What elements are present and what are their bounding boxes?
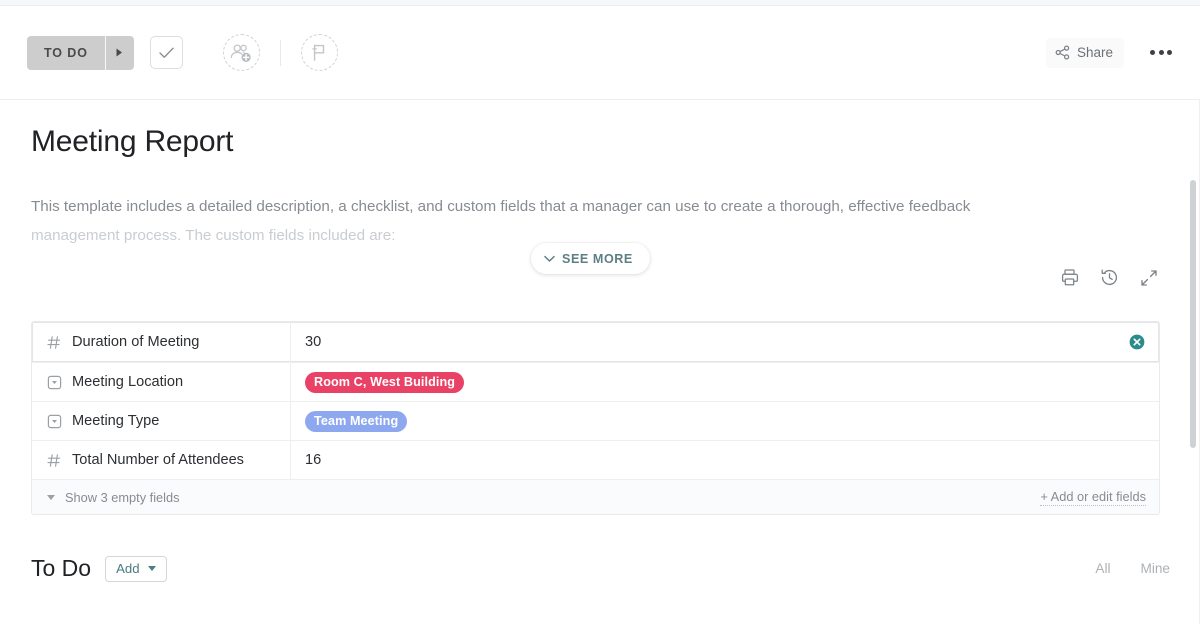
mark-complete-button[interactable] xyxy=(150,36,183,69)
share-button[interactable]: Share xyxy=(1046,38,1124,68)
status-caret-icon[interactable] xyxy=(106,36,134,70)
add-assignee-button[interactable] xyxy=(223,34,260,71)
field-name-cell: Total Number of Attendees xyxy=(32,441,291,479)
status-label: TO DO xyxy=(27,36,105,70)
history-icon[interactable] xyxy=(1100,268,1119,287)
task-detail-page: TO DO xyxy=(0,0,1200,624)
assignee-slot[interactable] xyxy=(223,34,260,71)
show-empty-fields-toggle[interactable]: Show 3 empty fields xyxy=(47,490,180,505)
chevron-down-icon xyxy=(544,255,555,263)
task-toolbar: TO DO xyxy=(0,6,1200,100)
priority-flag-icon xyxy=(310,43,328,62)
field-value-cell[interactable]: Team Meeting xyxy=(291,402,1159,440)
add-todo-button[interactable]: Add xyxy=(105,556,166,582)
description-line-1: This template includes a detailed descri… xyxy=(31,192,1121,221)
dot-1 xyxy=(1150,50,1155,55)
dot-3 xyxy=(1167,50,1172,55)
set-priority-button[interactable] xyxy=(301,34,338,71)
filter-all[interactable]: All xyxy=(1095,561,1110,576)
toolbar-separator xyxy=(280,40,281,66)
todo-title: To Do xyxy=(31,555,91,582)
check-icon xyxy=(159,47,174,59)
scrollbar-thumb[interactable] xyxy=(1190,180,1196,448)
clear-value-icon[interactable] xyxy=(1129,334,1145,350)
number-field-icon xyxy=(47,453,62,468)
todo-section-header: To Do Add All Mine xyxy=(31,555,1170,582)
table-row[interactable]: Meeting Location Room C, West Building xyxy=(32,363,1159,402)
field-value-cell[interactable]: 16 xyxy=(291,441,1159,479)
vertical-scrollbar[interactable] xyxy=(1185,100,1200,624)
show-empty-label: Show 3 empty fields xyxy=(65,490,180,505)
table-row[interactable]: Total Number of Attendees 16 xyxy=(32,441,1159,480)
field-label: Meeting Location xyxy=(72,374,183,390)
field-name-cell: Meeting Type xyxy=(32,402,291,440)
field-name-cell: Duration of Meeting xyxy=(32,322,291,362)
field-label: Duration of Meeting xyxy=(72,334,199,350)
add-assignee-icon xyxy=(229,42,253,64)
share-label: Share xyxy=(1077,45,1113,60)
more-options-button[interactable] xyxy=(1146,44,1176,61)
todo-filters: All Mine xyxy=(1095,561,1170,576)
custom-fields-table: Duration of Meeting 30 xyxy=(31,321,1160,515)
fields-footer: Show 3 empty fields + Add or edit fields xyxy=(32,480,1159,514)
expand-icon[interactable] xyxy=(1140,269,1158,287)
status-badge: Team Meeting xyxy=(305,411,407,432)
filter-mine[interactable]: Mine xyxy=(1141,561,1170,576)
field-value-cell[interactable]: 30 xyxy=(291,322,1159,362)
see-more-button[interactable]: SEE MORE xyxy=(531,243,650,274)
field-name-cell: Meeting Location xyxy=(32,363,291,401)
task-description[interactable]: This template includes a detailed descri… xyxy=(31,192,1121,250)
status-divider xyxy=(105,36,106,70)
field-value: 30 xyxy=(305,334,321,350)
number-field-icon xyxy=(47,335,62,350)
add-todo-label: Add xyxy=(116,561,139,576)
table-row[interactable]: Meeting Type Team Meeting xyxy=(32,402,1159,441)
table-row[interactable]: Duration of Meeting 30 xyxy=(32,322,1159,363)
share-icon xyxy=(1055,45,1070,60)
document-actions xyxy=(1060,268,1158,287)
status-badge: Room C, West Building xyxy=(305,372,464,393)
caret-down-icon xyxy=(47,495,55,500)
field-label: Meeting Type xyxy=(72,413,159,429)
caret-down-icon xyxy=(148,566,156,571)
dot-2 xyxy=(1159,50,1164,55)
add-or-edit-fields-button[interactable]: + Add or edit fields xyxy=(1040,489,1146,506)
page-title: Meeting Report xyxy=(31,125,233,159)
field-label: Total Number of Attendees xyxy=(72,452,244,468)
dropdown-field-icon xyxy=(47,414,62,429)
see-more-label: SEE MORE xyxy=(562,252,633,266)
field-value: 16 xyxy=(305,452,321,468)
status-dropdown[interactable]: TO DO xyxy=(27,36,134,70)
dropdown-field-icon xyxy=(47,375,62,390)
task-content: Meeting Report This template includes a … xyxy=(0,100,1200,624)
print-icon[interactable] xyxy=(1060,268,1079,287)
field-value-cell[interactable]: Room C, West Building xyxy=(291,363,1159,401)
